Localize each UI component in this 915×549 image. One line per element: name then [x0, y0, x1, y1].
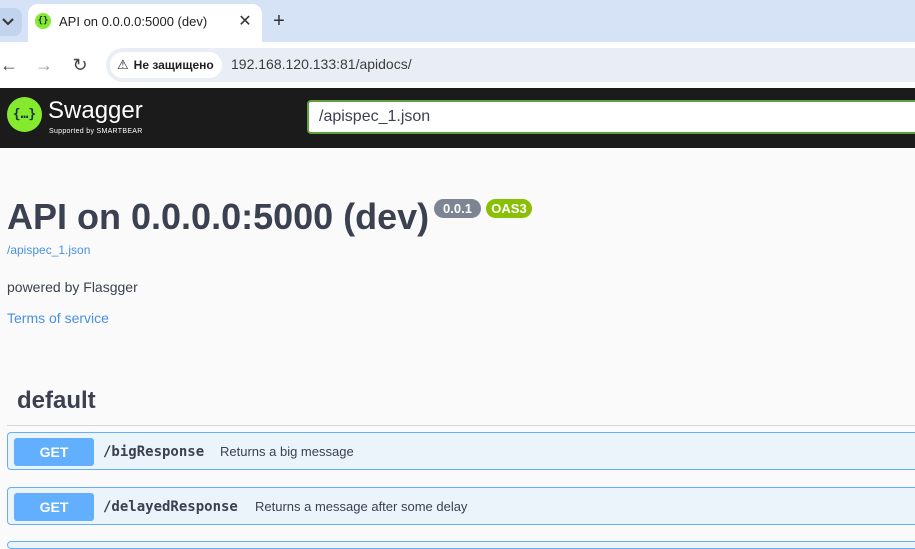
address-bar[interactable]: ⚠ Не защищено 192.168.120.133:81/apidocs…	[106, 48, 915, 82]
method-badge: GET	[14, 438, 94, 466]
back-button[interactable]: ←	[0, 52, 22, 78]
tag-divider	[7, 425, 915, 426]
swagger-logo-text[interactable]: Swagger	[48, 97, 143, 125]
new-tab-button[interactable]: +	[268, 10, 290, 32]
security-label: Не защищено	[133, 58, 214, 72]
api-description: powered by Flasgger	[7, 279, 138, 295]
operation-block-partial[interactable]	[7, 541, 915, 549]
tab-search-chevron-icon[interactable]	[0, 8, 22, 36]
swagger-favicon-icon: {}	[35, 13, 51, 29]
security-chip[interactable]: ⚠ Не защищено	[110, 52, 222, 78]
tag-heading[interactable]: default	[17, 387, 96, 415]
forward-button[interactable]: →	[31, 52, 57, 78]
url-text[interactable]: 192.168.120.133:81/apidocs/	[231, 56, 412, 72]
operation-get-bigresponse[interactable]: GET /bigResponse Returns a big message	[7, 432, 915, 470]
method-badge: GET	[14, 493, 94, 521]
api-title: API on 0.0.0.0:5000 (dev)	[7, 196, 430, 237]
spec-link[interactable]: /apispec_1.json	[7, 243, 90, 257]
operation-path: /delayedResponse	[103, 499, 238, 515]
swagger-logo-icon[interactable]: {…}	[7, 97, 42, 132]
reload-button[interactable]: ↻	[67, 52, 93, 78]
browser-toolbar: ← → ↻ ⚠ Не защищено 192.168.120.133:81/a…	[0, 42, 915, 88]
operation-summary: Returns a message after some delay	[255, 499, 468, 514]
browser-tab[interactable]: {} API on 0.0.0.0:5000 (dev) ✕	[28, 4, 262, 42]
operation-path: /bigResponse	[103, 444, 205, 460]
warning-icon: ⚠	[117, 57, 129, 72]
operation-get-delayedresponse[interactable]: GET /delayedResponse Returns a message a…	[7, 487, 915, 525]
operation-summary: Returns a big message	[220, 444, 354, 459]
spec-url-input[interactable]	[307, 100, 915, 134]
oas-badge: OAS3	[486, 199, 532, 218]
browser-tab-bar: {} API on 0.0.0.0:5000 (dev) ✕ +	[0, 0, 915, 42]
swagger-topbar: {…} Swagger Supported by SMARTBEAR	[0, 88, 915, 148]
tab-close-icon[interactable]: ✕	[235, 11, 255, 31]
version-badge: 0.0.1	[434, 199, 481, 218]
terms-of-service-link[interactable]: Terms of service	[7, 310, 109, 326]
swagger-logo-subtitle: Supported by SMARTBEAR	[49, 128, 143, 135]
tab-title: API on 0.0.0.0:5000 (dev)	[59, 14, 208, 29]
